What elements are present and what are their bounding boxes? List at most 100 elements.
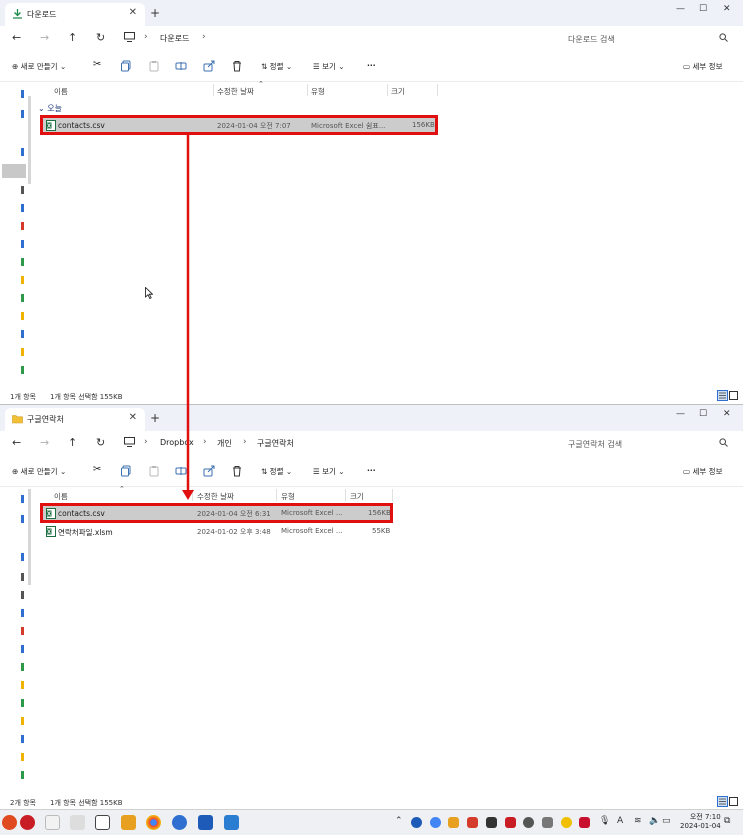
nav-item-icon[interactable]	[21, 573, 24, 581]
nav-item-icon[interactable]	[21, 699, 24, 707]
up-icon[interactable]: ↑	[68, 31, 77, 44]
chevron-right-icon[interactable]: ›	[202, 32, 206, 42]
app-icon[interactable]	[45, 815, 60, 830]
paste-icon[interactable]	[148, 60, 160, 72]
nav-item-icon[interactable]	[21, 312, 24, 320]
chevron-right-icon[interactable]: ›	[203, 437, 207, 447]
column-type[interactable]: 유형	[281, 491, 295, 502]
column-date[interactable]: 수정한 날짜	[217, 86, 254, 97]
new-button[interactable]: ⊕ 새로 만들기 ⌄	[12, 466, 66, 477]
column-divider[interactable]	[307, 84, 308, 96]
column-name[interactable]: 이름	[54, 491, 68, 502]
nav-item-icon[interactable]	[21, 330, 24, 338]
tray-icon[interactable]	[523, 817, 534, 828]
nav-item-icon[interactable]	[21, 294, 24, 302]
details-pane-button[interactable]: ▭ 세부 정보	[683, 61, 722, 72]
file-row-contacts-xlsm[interactable]: 연락처파일.xlsm 2024-01-02 오후 3:48 Microsoft …	[42, 524, 390, 539]
address-bar[interactable]: › 다운로드 ›	[118, 28, 548, 50]
tray-icon[interactable]	[579, 817, 590, 828]
clock[interactable]: 오전 7:10 2024-01-04	[680, 813, 721, 831]
details-pane-button[interactable]: ▭ 세부 정보	[683, 466, 722, 477]
nav-item-icon[interactable]	[21, 627, 24, 635]
nav-item-icon[interactable]	[21, 753, 24, 761]
minimize-icon[interactable]: —	[676, 4, 685, 14]
nav-item-icon[interactable]	[21, 222, 24, 230]
more-options-icon[interactable]: ···	[367, 61, 376, 70]
cut-icon[interactable]: ✂	[93, 59, 101, 70]
vscode-icon[interactable]	[224, 815, 239, 830]
tray-icon[interactable]	[542, 817, 553, 828]
new-tab-button[interactable]: +	[150, 6, 160, 20]
maximize-icon[interactable]: ☐	[699, 4, 707, 14]
column-date[interactable]: 수정한 날짜	[197, 491, 234, 502]
minimize-icon[interactable]: —	[676, 409, 685, 419]
maximize-icon[interactable]: ☐	[699, 409, 707, 419]
app-icon[interactable]	[198, 815, 213, 830]
cursor-app-icon[interactable]	[70, 815, 85, 830]
search-input[interactable]: 구글연락처 검색	[560, 433, 738, 455]
delete-icon[interactable]	[231, 60, 243, 72]
share-icon[interactable]	[203, 60, 215, 72]
column-divider[interactable]	[387, 84, 388, 96]
nav-item-icon[interactable]	[21, 258, 24, 266]
scrollbar[interactable]	[28, 489, 31, 585]
tray-icon[interactable]	[448, 817, 459, 828]
input-method-indicator[interactable]: A	[617, 816, 623, 826]
chrome-icon[interactable]	[146, 815, 161, 830]
nav-item-icon[interactable]	[21, 148, 24, 156]
nav-item-icon[interactable]	[21, 645, 24, 653]
chevron-right-icon[interactable]: ›	[243, 437, 247, 447]
column-divider[interactable]	[276, 489, 277, 501]
new-button[interactable]: ⊕ 새로 만들기 ⌄	[12, 61, 66, 72]
column-divider[interactable]	[345, 489, 346, 501]
share-icon[interactable]	[203, 465, 215, 477]
tray-icon[interactable]	[505, 817, 516, 828]
close-tab-icon[interactable]: ✕	[129, 7, 137, 18]
breadcrumb-item[interactable]: 구글연락처	[257, 438, 294, 449]
nav-item-icon[interactable]	[21, 553, 24, 561]
app-icon[interactable]	[2, 815, 17, 830]
back-icon[interactable]: ←	[12, 436, 21, 449]
view-button[interactable]: ☰ 보기 ⌄	[313, 61, 345, 72]
nav-item-icon[interactable]	[21, 771, 24, 779]
delete-icon[interactable]	[231, 465, 243, 477]
nav-item-icon[interactable]	[21, 276, 24, 284]
app-icon[interactable]	[172, 815, 187, 830]
tab-google-contacts[interactable]: 구글연락처 ✕	[5, 408, 145, 431]
nav-item-icon[interactable]	[21, 591, 24, 599]
nav-item-icon[interactable]	[21, 110, 24, 118]
details-view-icon[interactable]	[717, 796, 739, 807]
view-toggle[interactable]	[717, 390, 739, 403]
nav-item-icon[interactable]	[21, 609, 24, 617]
search-input[interactable]: 다운로드 검색	[560, 28, 738, 50]
nav-item-icon[interactable]	[21, 663, 24, 671]
address-bar[interactable]: › Dropbox › 개인 › 구글연락처	[118, 433, 548, 455]
copy-icon[interactable]	[120, 60, 132, 72]
tray-icon[interactable]	[467, 817, 478, 828]
forward-icon[interactable]: →	[40, 31, 49, 44]
rename-icon[interactable]	[175, 465, 187, 477]
tray-icon[interactable]	[411, 817, 422, 828]
nav-item-icon[interactable]	[21, 204, 24, 212]
nav-item-icon[interactable]	[21, 515, 24, 523]
column-divider[interactable]	[392, 489, 393, 501]
battery-icon[interactable]: ▭	[662, 816, 671, 826]
new-tab-button[interactable]: +	[150, 411, 160, 425]
details-view-icon[interactable]	[717, 390, 739, 401]
paste-icon[interactable]	[148, 465, 160, 477]
volume-icon[interactable]: 🔈	[649, 816, 660, 826]
refresh-icon[interactable]: ↻	[96, 436, 105, 449]
nav-item-icon[interactable]	[21, 186, 24, 194]
refresh-icon[interactable]: ↻	[96, 31, 105, 44]
nav-item-icon[interactable]	[21, 735, 24, 743]
nav-item-icon[interactable]	[21, 717, 24, 725]
chevron-up-icon[interactable]: ⌃	[395, 816, 403, 826]
breadcrumb-item[interactable]: 다운로드	[160, 33, 189, 44]
scrollbar[interactable]	[28, 96, 31, 184]
column-size[interactable]: 크기	[350, 491, 364, 502]
app-icon[interactable]	[20, 815, 35, 830]
nav-item-icon[interactable]	[21, 495, 24, 503]
group-header[interactable]: ⌄ 오늘	[38, 103, 62, 114]
column-name[interactable]: 이름	[54, 86, 68, 97]
cut-icon[interactable]: ✂	[93, 464, 101, 475]
